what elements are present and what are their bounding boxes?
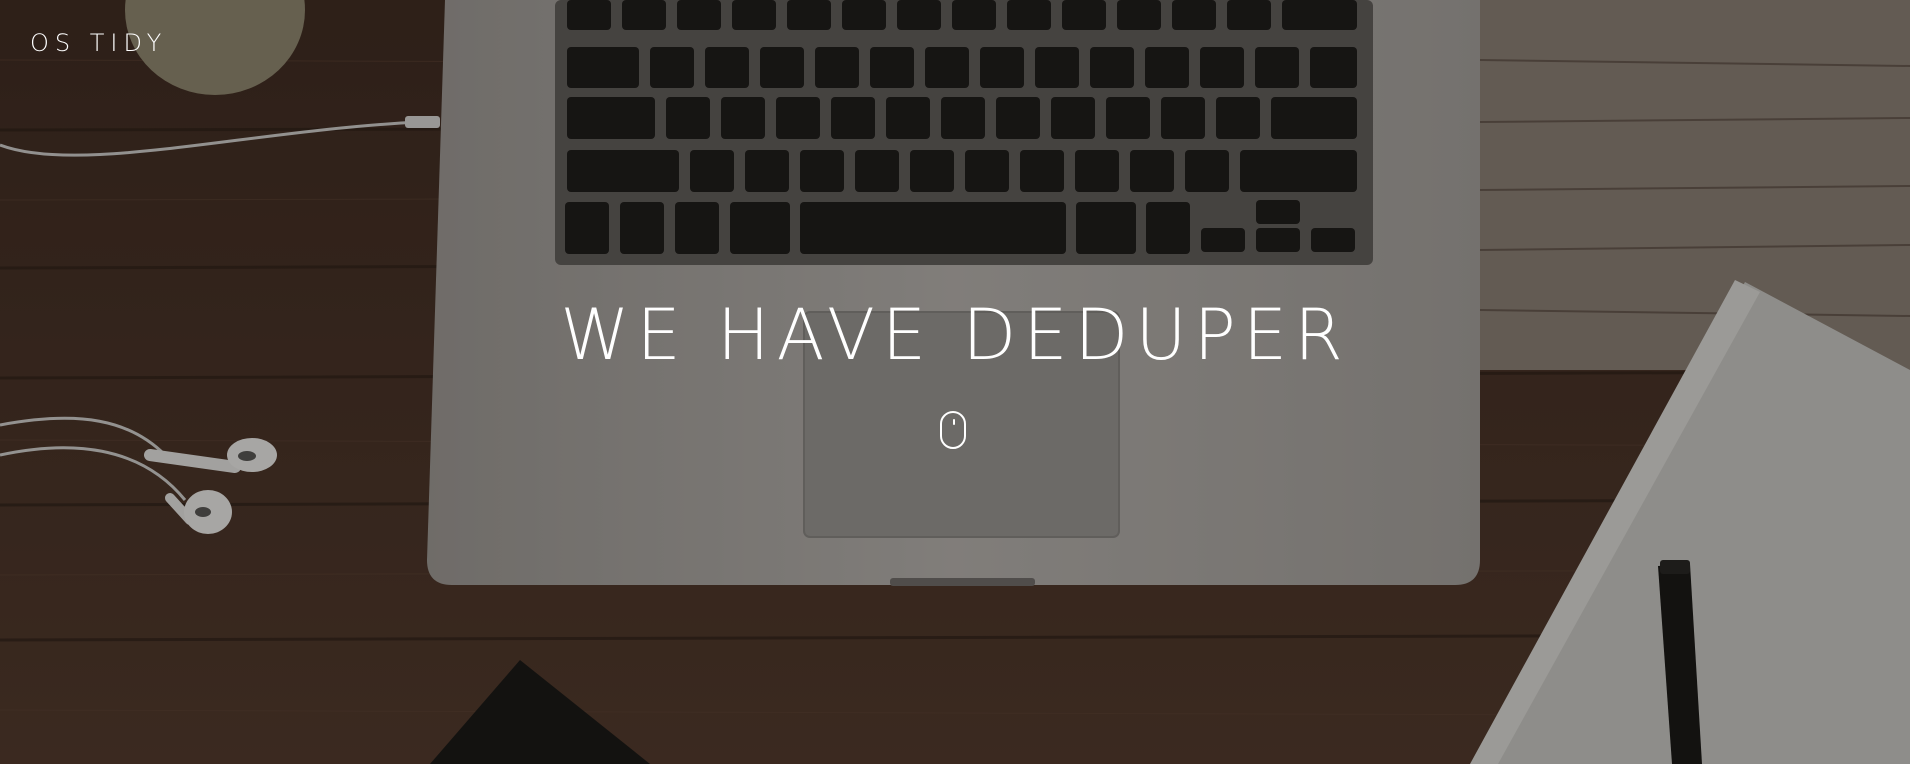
- mouse-scroll-icon[interactable]: [940, 411, 966, 449]
- hero-headline: WE HAVE DEDUPER: [560, 294, 1350, 376]
- brand-logo[interactable]: OS TIDY: [30, 29, 167, 57]
- mouse-wheel-dot: [953, 419, 955, 425]
- hero-dark-overlay: [0, 0, 1910, 764]
- hero-section: [0, 0, 1910, 764]
